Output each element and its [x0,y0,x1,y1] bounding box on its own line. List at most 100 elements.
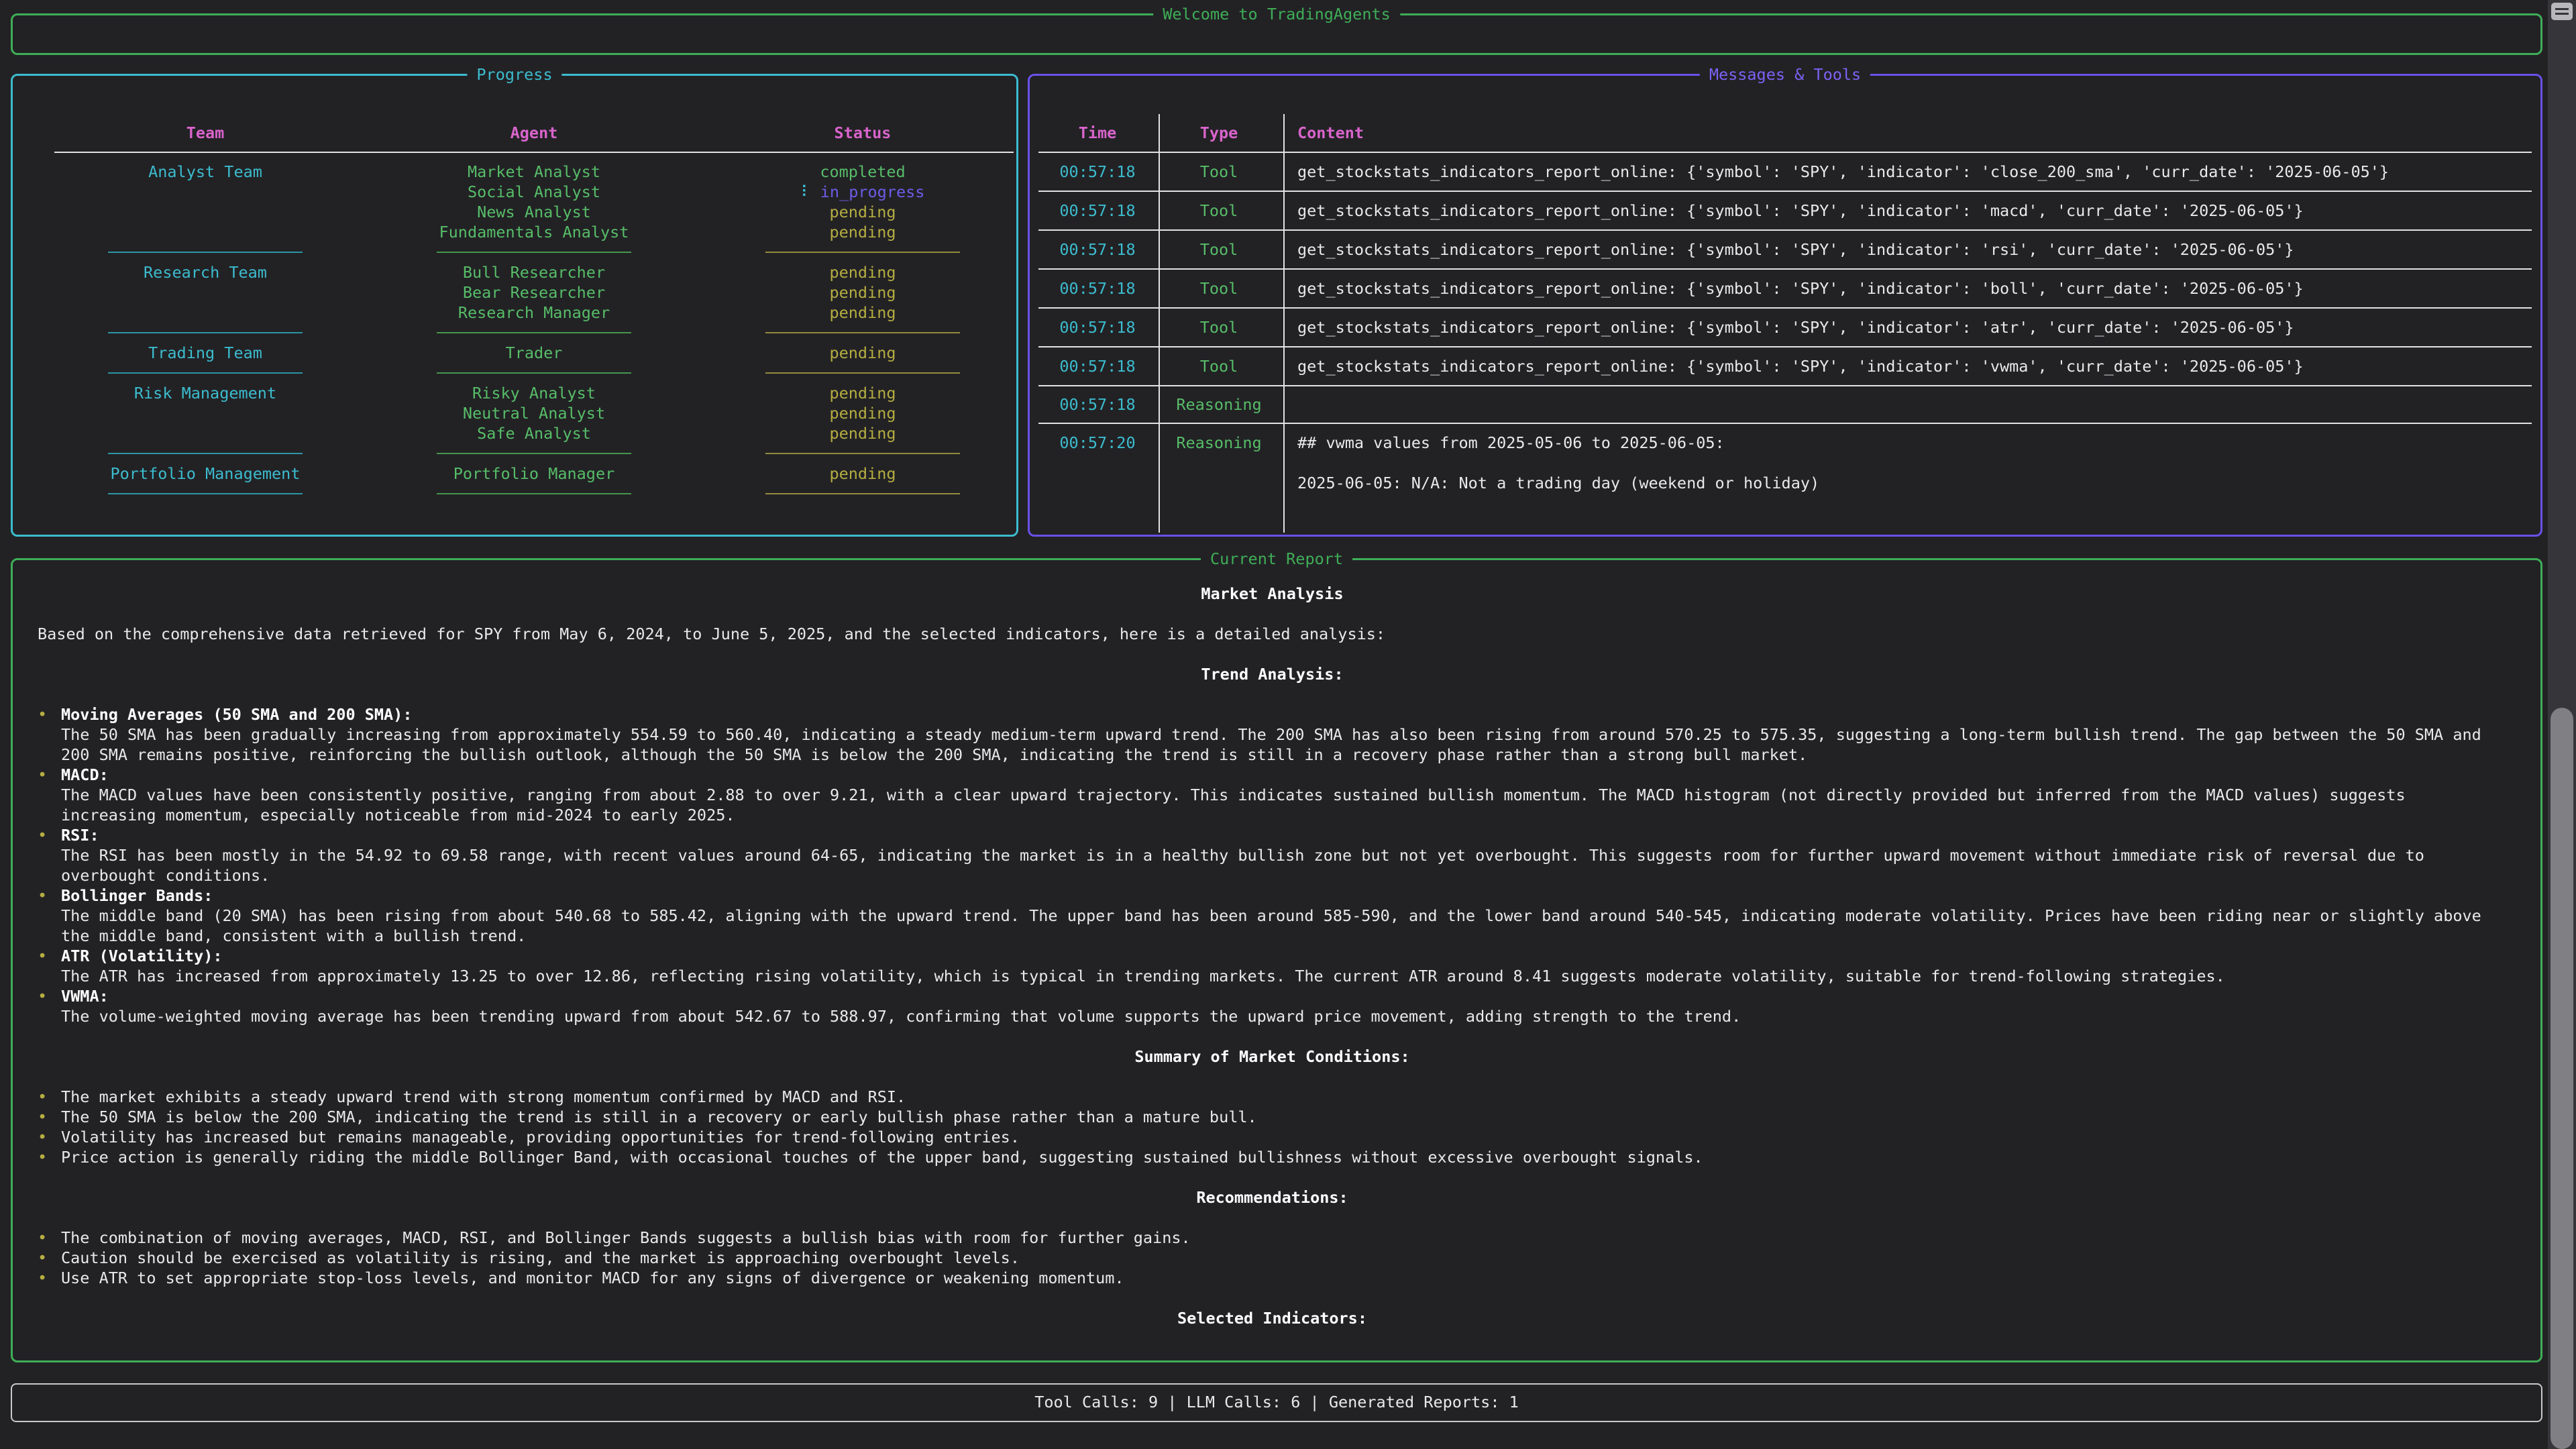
message-row: 00:57:18Toolget_stockstats_indicators_re… [1038,153,2532,192]
agent-cell: Portfolio Manager [370,464,698,484]
message-time: 00:57:18 [1038,317,1157,337]
messages-panel: Messages & Tools Time Type Content 00:57… [1028,74,2542,537]
message-type: Tool [1157,239,1281,260]
progress-table-row: Bear Researcher pending [41,282,1027,303]
scrollbar-thumb[interactable] [2551,708,2573,1449]
section-divider-line [765,372,960,374]
recommendations-heading: Recommendations: [38,1187,2507,1208]
message-content: get_stockstats_indicators_report_online:… [1281,162,2532,182]
section-divider-line [765,252,960,253]
bullet-body: The 50 SMA has been gradually increasing… [61,724,2507,765]
spinner-icon: ⠇ [801,182,812,201]
progress-table-row: Fundamentals Analystpending [41,222,1027,242]
message-row: 00:57:18Toolget_stockstats_indicators_re… [1038,270,2532,309]
messages-table-header: Time Type Content [1038,123,2532,143]
message-row: 00:57:18Toolget_stockstats_indicators_re… [1038,347,2532,386]
status-cell: pending [698,262,1027,282]
report-content: Market Analysis Based on the comprehensi… [13,560,2540,1328]
welcome-title: Welcome to TradingAgents [1153,4,1400,24]
status-text: pending [829,404,896,423]
section-divider-row [41,242,1027,262]
progress-table-row: Safe Analystpending [41,423,1027,443]
status-text: pending [829,283,896,302]
messages-title: Messages & Tools [1700,64,1870,85]
section-divider-line [765,493,960,494]
agent-cell: Neutral Analyst [370,403,698,423]
report-bullet: • The market exhibits a steady upward tre… [38,1087,2507,1107]
agent-cell: Research Manager [370,303,698,323]
team-cell [41,202,370,222]
agent-cell: Market Analyst [370,162,698,182]
status-cell: pending [698,202,1027,222]
agent-cell: Social Analyst [370,182,698,202]
progress-table-row: Neutral Analyst pending [41,403,1027,423]
bullet-text: Moving Averages (50 SMA and 200 SMA):The… [61,704,2507,765]
team-cell [41,423,370,443]
divider-cell [698,323,1027,343]
bullet-icon: • [38,1228,47,1248]
team-cell [41,182,370,202]
status-cell: pending [698,282,1027,303]
bullet-label: RSI: [61,825,2507,845]
column-header-content: Content [1281,123,2532,143]
agent-cell: Bear Researcher [370,282,698,303]
message-content: ## vwma values from 2025-05-06 to 2025-0… [1281,433,2532,493]
agent-cell: Trader [370,343,698,363]
scroll-menu-button[interactable] [2551,3,2573,20]
status-text: pending [829,223,896,241]
status-text: pending [829,343,896,362]
scrollbar-track[interactable] [2548,0,2576,1449]
divider-cell [41,242,370,262]
team-cell [41,282,370,303]
tradingagents-app: Welcome to TradingAgents Progress Team A… [0,0,2576,1449]
stats-bar: Tool Calls: 9 | LLM Calls: 6 | Generated… [11,1383,2542,1422]
column-header-time: Time [1038,123,1157,143]
bullet-icon: • [38,1248,47,1268]
section-divider-line [108,372,303,374]
bullet-label: ATR (Volatility): [61,946,2507,966]
divider-cell [41,484,370,504]
message-row: 00:57:18Reasoning [1038,386,2532,424]
report-bullet: •The 50 SMA is below the 200 SMA, indica… [38,1107,2507,1127]
section-divider-line [437,493,631,494]
status-cell: ⠇in_progress [698,182,1027,202]
report-bullet: •Price action is generally riding the mi… [38,1147,2507,1167]
bullet-text: RSI:The RSI has been mostly in the 54.92… [61,825,2507,885]
agent-cell: News Analyst [370,202,698,222]
message-content: get_stockstats_indicators_report_online:… [1281,201,2532,221]
message-content: get_stockstats_indicators_report_online:… [1281,278,2532,299]
messages-table-body: 00:57:18Toolget_stockstats_indicators_re… [1038,153,2532,523]
bullet-text: Bollinger Bands:The middle band (20 SMA)… [61,885,2507,946]
bullet-text: Price action is generally riding the mid… [61,1147,2507,1167]
column-header-agent: Agent [370,123,698,143]
bullet-body: The volume-weighted moving average has b… [61,1006,2507,1026]
report-bullet: •Bollinger Bands:The middle band (20 SMA… [38,885,2507,946]
stats-text: Tool Calls: 9 | LLM Calls: 6 | Generated… [1034,1393,1519,1411]
bullet-icon: • [38,1087,47,1107]
divider-cell [698,363,1027,383]
divider-cell [698,484,1027,504]
bullet-text: The market exhibits a steady upward tren… [61,1087,2507,1107]
bullet-text: Use ATR to set appropriate stop-loss lev… [61,1268,2507,1288]
message-time: 00:57:18 [1038,356,1157,376]
bullet-icon: • [38,946,47,966]
message-type: Reasoning [1157,433,1281,453]
report-bullet: •Caution should be exercised as volatili… [38,1248,2507,1268]
message-time: 00:57:18 [1038,162,1157,182]
section-divider-line [765,453,960,454]
message-type: Tool [1157,278,1281,299]
agent-cell: Bull Researcher [370,262,698,282]
team-cell [41,222,370,242]
section-divider-line [765,332,960,333]
bullet-text: Volatility has increased but remains man… [61,1127,2507,1147]
message-type: Tool [1157,162,1281,182]
status-cell: pending [698,423,1027,443]
progress-table-row: Analyst TeamMarket Analystcompleted [41,162,1027,182]
message-time: 00:57:18 [1038,201,1157,221]
status-text: pending [829,203,896,221]
summary-heading: Summary of Market Conditions: [38,1046,2507,1067]
divider-cell [370,363,698,383]
section-divider-line [108,453,303,454]
divider-cell [41,323,370,343]
message-type: Tool [1157,317,1281,337]
